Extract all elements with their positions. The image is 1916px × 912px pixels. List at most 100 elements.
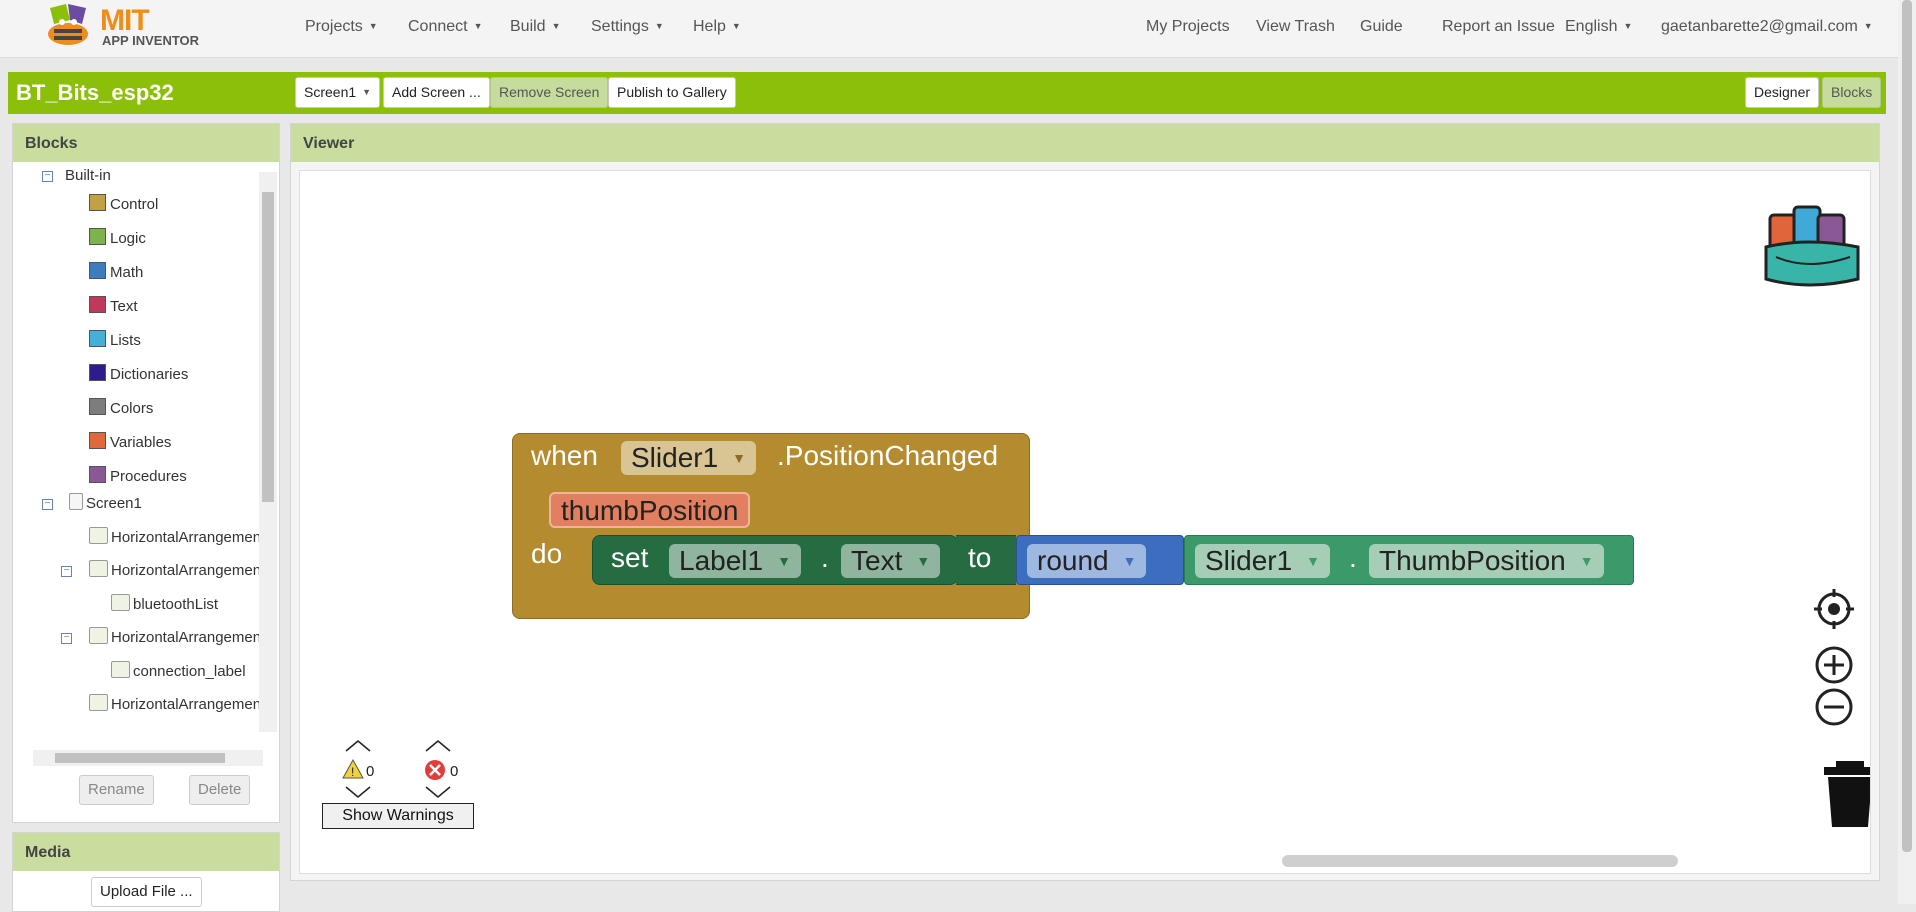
screen-select-label: Screen1 (304, 84, 357, 100)
set-keyword: set (611, 542, 649, 573)
tree-screen1[interactable]: Screen1 (69, 493, 142, 513)
designer-button[interactable]: Designer (1745, 77, 1820, 108)
warning-down-arrow-icon[interactable] (344, 785, 372, 799)
tree-category-procedures[interactable]: Procedures (89, 466, 187, 486)
nav-my-projects[interactable]: My Projects (1146, 18, 1230, 36)
delete-button[interactable]: Delete (189, 775, 251, 805)
backpack-icon[interactable] (1758, 187, 1868, 293)
trash-icon[interactable] (1822, 759, 1871, 829)
nav-projects[interactable]: Projects ▼ (305, 18, 378, 36)
caret-down-icon: ▼ (654, 21, 664, 31)
tree-vertical-scrollbar[interactable] (259, 172, 277, 732)
page-scrollbar[interactable] (1898, 0, 1916, 904)
publish-button[interactable]: Publish to Gallery (608, 77, 736, 108)
tree-category-variables[interactable]: Variables (89, 432, 171, 452)
getter-block[interactable]: Slider1 ▼ . ThumbPosition ▼ (1184, 535, 1634, 585)
remove-screen-button[interactable]: Remove Screen (490, 77, 609, 108)
upload-file-button[interactable]: Upload File ... (91, 877, 202, 907)
show-warnings-button[interactable]: Show Warnings (322, 803, 474, 829)
collapse-icon[interactable]: − (61, 633, 72, 644)
tree-category-lists[interactable]: Lists (89, 330, 141, 350)
getter-property-dropdown[interactable]: ThumbPosition ▼ (1369, 544, 1604, 578)
component-label: HorizontalArrangement4 (111, 696, 261, 713)
event-name: .PositionChanged (777, 440, 999, 471)
collapse-icon[interactable]: − (42, 171, 53, 182)
tree-category-math[interactable]: Math (89, 262, 143, 282)
category-label: Control (110, 196, 159, 213)
zoom-in-icon[interactable] (1814, 645, 1854, 685)
tree-category-logic[interactable]: Logic (89, 228, 146, 248)
nav-account[interactable]: gaetanbarette2@gmail.com ▼ (1661, 18, 1873, 36)
category-label: Text (110, 298, 138, 315)
scrollbar-thumb[interactable] (262, 192, 274, 502)
tree-component[interactable]: HorizontalArrangement3 (89, 627, 261, 647)
getter-component-dropdown[interactable]: Slider1 ▼ (1195, 544, 1331, 578)
nav-guide[interactable]: Guide (1360, 18, 1403, 36)
dropdown-arrow-icon: ▼ (916, 553, 931, 569)
tree-component[interactable]: bluetoothList (111, 594, 218, 614)
nav-build[interactable]: Build ▼ (510, 18, 561, 36)
category-color-swatch (89, 466, 106, 483)
nav-report-issue[interactable]: Report an Issue (1442, 18, 1555, 36)
tree-category-text[interactable]: Text (89, 296, 138, 316)
error-up-arrow-icon[interactable] (424, 739, 452, 753)
set-block-to[interactable]: to (956, 535, 1016, 585)
category-label: Logic (110, 230, 146, 247)
add-screen-button[interactable]: Add Screen ... (383, 77, 490, 108)
screen-select[interactable]: Screen1 ▼ (295, 77, 381, 108)
nav-connect-label: Connect (408, 18, 468, 35)
blocks-workspace[interactable]: when Slider1 ▼ .PositionChanged thumbPosi… (299, 170, 1871, 874)
top-nav: MIT APP INVENTOR Projects ▼ Connect ▼ Buil… (0, 0, 1898, 58)
component-icon (89, 627, 108, 644)
nav-build-label: Build (510, 18, 546, 35)
blocks-button[interactable]: Blocks (1822, 77, 1882, 108)
caret-down-icon: ▼ (362, 87, 372, 97)
workspace-horizontal-scrollbar[interactable] (1282, 855, 1678, 867)
tree-horizontal-scrollbar[interactable] (33, 750, 263, 766)
param-thumbposition[interactable]: thumbPosition (549, 492, 751, 528)
event-component-dropdown[interactable]: Slider1 ▼ (621, 441, 757, 475)
screen-icon (69, 493, 83, 510)
tree-component[interactable]: HorizontalArrangement2 (89, 560, 261, 580)
nav-view-trash[interactable]: View Trash (1256, 18, 1335, 36)
caret-down-icon: ▼ (1863, 21, 1873, 31)
event-block[interactable]: when Slider1 ▼ .PositionChanged thumbPosi… (512, 433, 1030, 619)
set-component-label: Label1 (679, 545, 764, 576)
set-property-label: Text (851, 545, 903, 576)
round-block[interactable]: round ▼ (1016, 535, 1184, 585)
set-block[interactable]: set Label1 ▼ . Text ▼ (592, 535, 958, 585)
nav-help[interactable]: Help ▼ (693, 18, 741, 36)
tree-category-control[interactable]: Control (89, 194, 158, 214)
category-color-swatch (89, 262, 106, 279)
category-color-swatch (89, 432, 106, 449)
dropdown-arrow-icon: ▼ (732, 450, 747, 466)
tree-component[interactable]: connection_label (111, 661, 246, 681)
scrollbar-thumb[interactable] (1902, 0, 1912, 852)
zoom-out-icon[interactable] (1814, 687, 1854, 727)
category-label: Lists (110, 332, 141, 349)
do-keyword: do (531, 538, 563, 569)
collapse-icon[interactable]: − (61, 566, 72, 577)
error-down-arrow-icon[interactable] (424, 785, 452, 799)
set-property-dropdown[interactable]: Text ▼ (841, 544, 941, 578)
category-color-swatch (89, 194, 106, 211)
nav-connect[interactable]: Connect ▼ (408, 18, 483, 36)
scrollbar-thumb[interactable] (55, 753, 225, 763)
component-label: HorizontalArrangement3 (111, 629, 261, 646)
media-panel: Media Upload File ... (12, 832, 280, 912)
warning-up-arrow-icon[interactable] (344, 739, 372, 753)
tree-category-colors[interactable]: Colors (89, 398, 153, 418)
collapse-icon[interactable]: − (42, 499, 53, 510)
tree-component[interactable]: HorizontalArrangement1 (89, 527, 261, 547)
app-inventor-logo[interactable]: MIT APP INVENTOR (40, 2, 200, 52)
nav-settings[interactable]: Settings ▼ (591, 18, 664, 36)
round-dropdown[interactable]: round ▼ (1027, 544, 1147, 578)
rename-button[interactable]: Rename (79, 775, 154, 805)
project-name: BT_Bits_esp32 (16, 80, 174, 105)
nav-language[interactable]: English ▼ (1565, 18, 1632, 36)
tree-component[interactable]: HorizontalArrangement4 (89, 694, 261, 714)
recenter-icon[interactable] (1814, 589, 1854, 629)
set-component-dropdown[interactable]: Label1 ▼ (669, 544, 801, 578)
tree-category-dictionaries[interactable]: Dictionaries (89, 364, 188, 384)
tree-builtin[interactable]: Built-in (65, 166, 111, 186)
